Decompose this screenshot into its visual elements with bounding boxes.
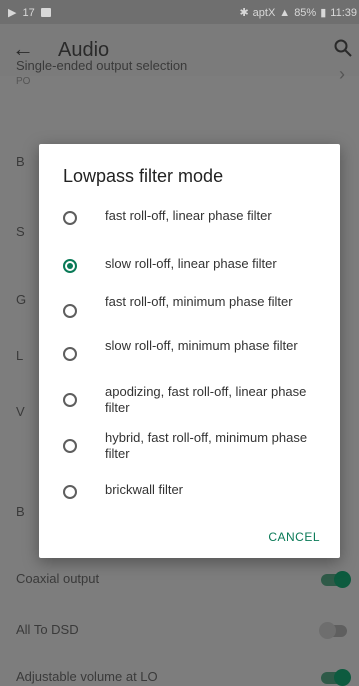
setting-partial-5[interactable]: V: [16, 404, 25, 419]
toggle-coaxial-output[interactable]: [321, 571, 351, 588]
bluetooth-icon: ✱: [239, 7, 249, 19]
option-slow-minimum[interactable]: slow roll-off, minimum phase filter: [63, 338, 333, 361]
radio-button[interactable]: [63, 485, 77, 499]
setting-title: Single-ended output selection: [16, 58, 188, 73]
radio-button[interactable]: [63, 304, 77, 318]
lowpass-filter-dialog: Lowpass filter mode fast roll-off, linea…: [39, 144, 340, 558]
setting-subtitle: PO: [16, 76, 31, 87]
radio-button-checked[interactable]: [63, 259, 77, 273]
option-fast-linear[interactable]: fast roll-off, linear phase filter: [63, 208, 333, 225]
aptx-label: aptX: [252, 6, 276, 19]
search-icon[interactable]: [333, 38, 353, 58]
radio-button[interactable]: [63, 347, 77, 361]
toggle-knob: [319, 622, 336, 639]
option-label: apodizing, fast roll-off, linear phase f…: [105, 384, 307, 415]
battery-percent: 85%: [294, 6, 317, 19]
setting-single-ended-output[interactable]: Single-ended output selection PO: [16, 58, 187, 87]
setting-partial-3[interactable]: G: [16, 292, 26, 307]
wifi-icon: ▲: [279, 6, 291, 19]
option-brickwall[interactable]: brickwall filter: [63, 482, 333, 499]
toggle-adjustable-volume[interactable]: [321, 669, 351, 686]
option-label: slow roll-off, linear phase filter: [105, 256, 277, 271]
image-icon: [40, 8, 51, 17]
setting-partial-2[interactable]: S: [16, 224, 25, 239]
option-label: hybrid, fast roll-off, minimum phase fil…: [105, 430, 308, 461]
toggle-knob: [334, 669, 351, 686]
option-label: fast roll-off, linear phase filter: [105, 208, 272, 223]
radio-button[interactable]: [63, 439, 77, 453]
status-left: ▶ 17: [8, 6, 51, 19]
setting-coaxial-output[interactable]: Coaxial output: [16, 571, 99, 586]
option-apodizing[interactable]: apodizing, fast roll-off, linear phase f…: [63, 384, 333, 416]
radio-button[interactable]: [63, 393, 77, 407]
status-bar: ▶ 17 ✱ aptX ▲ 85% ▮ 11:39: [0, 0, 359, 24]
volume-icon: ▶: [8, 7, 17, 19]
status-left-text: 17: [22, 6, 35, 19]
radio-button[interactable]: [63, 211, 77, 225]
dialog-title: Lowpass filter mode: [63, 166, 224, 186]
clock-time: 11:39: [330, 6, 357, 19]
setting-title: Coaxial output: [16, 571, 100, 586]
battery-icon: ▮: [320, 7, 327, 19]
chevron-right-icon: ›: [339, 64, 345, 84]
option-label: brickwall filter: [105, 482, 184, 497]
cancel-button[interactable]: CANCEL: [268, 530, 320, 544]
option-slow-linear[interactable]: slow roll-off, linear phase filter: [63, 256, 333, 273]
setting-title: All To DSD: [16, 622, 79, 637]
toggle-all-to-dsd[interactable]: [319, 622, 347, 639]
option-fast-minimum[interactable]: fast roll-off, minimum phase filter: [63, 294, 333, 318]
setting-partial-4[interactable]: L: [16, 348, 23, 363]
setting-partial-1[interactable]: B: [16, 154, 25, 169]
option-label: fast roll-off, minimum phase filter: [105, 294, 293, 309]
setting-all-to-dsd[interactable]: All To DSD: [16, 622, 79, 637]
setting-partial-6[interactable]: B: [16, 504, 25, 519]
toggle-knob: [334, 571, 351, 588]
option-label: slow roll-off, minimum phase filter: [105, 338, 298, 353]
status-right: ✱ aptX ▲ 85% ▮ 11:39: [239, 6, 357, 20]
option-hybrid[interactable]: hybrid, fast roll-off, minimum phase fil…: [63, 430, 333, 462]
